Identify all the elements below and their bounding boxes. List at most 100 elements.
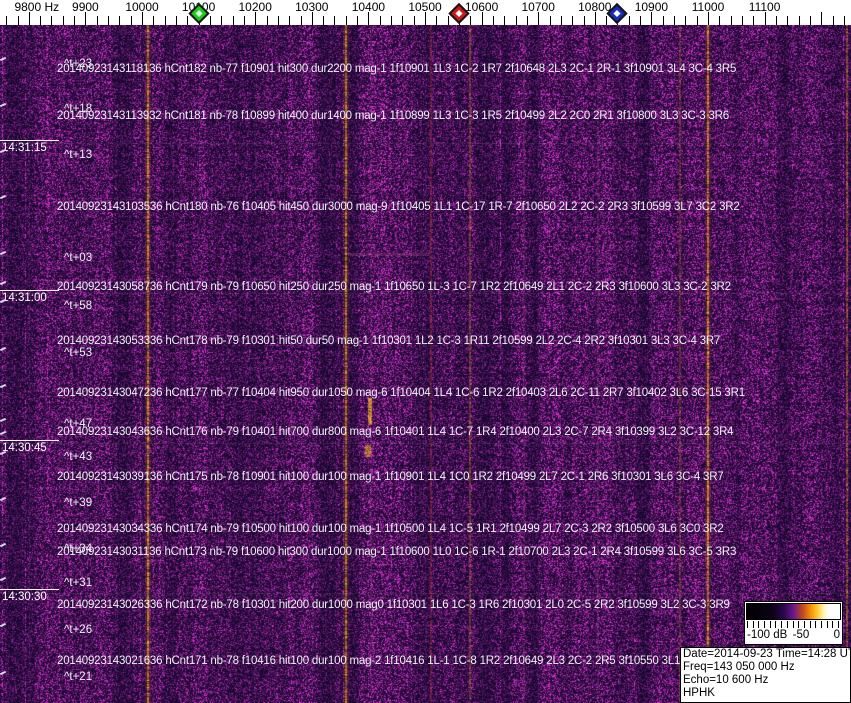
axis-tick xyxy=(730,16,732,25)
axis-tick xyxy=(74,16,76,25)
axis-tick xyxy=(798,16,800,25)
time-offset-marker: ^t+13 xyxy=(64,149,93,161)
time-offset-marker: ^t+23 xyxy=(64,58,93,70)
axis-tick xyxy=(345,16,347,25)
axis-tick xyxy=(504,16,506,25)
time-offset-marker: ^t+43 xyxy=(64,451,93,463)
colorbar-tick xyxy=(792,621,794,628)
axis-tick xyxy=(379,16,381,25)
axis-label: 9800 Hz xyxy=(14,0,60,14)
axis-label: 10500 xyxy=(408,0,442,14)
colorbar-max-label: 0 xyxy=(833,629,840,641)
axis-label: 10300 xyxy=(295,0,329,14)
info-box: Date=2014-09-23 Time=14:28 UTC Freq=143 … xyxy=(680,647,851,703)
echo-log-line: 20140923143053336 hCnt178 nb-79 f10301 h… xyxy=(57,335,721,347)
timestamp-label: 14:31:15 xyxy=(0,140,59,154)
time-offset-marker: ^t+53 xyxy=(64,347,93,359)
colorbar-tick xyxy=(798,621,800,628)
axis-label: 10400 xyxy=(351,0,386,14)
axis-tick xyxy=(17,16,19,25)
info-echo: Echo=10 600 Hz xyxy=(683,674,769,686)
colorbar-tick xyxy=(747,621,748,628)
colorbar-mid-label: -50 xyxy=(792,629,810,641)
axis-label: 9900 xyxy=(72,0,99,14)
axis-tick xyxy=(470,16,472,25)
timestamp-label: 14:30:30 xyxy=(0,589,59,603)
axis-tick xyxy=(130,16,132,25)
axis-tick xyxy=(209,16,211,25)
axis-tick xyxy=(40,16,42,25)
axis-tick xyxy=(153,16,155,25)
colorbar-tick xyxy=(832,621,834,628)
axis-tick xyxy=(549,16,551,25)
colorbar-tick xyxy=(803,621,805,628)
axis-tick xyxy=(187,16,189,25)
axis-tick xyxy=(685,16,687,25)
axis-tick xyxy=(300,16,302,25)
echo-log-line: 20140923143034336 hCnt174 nb-79 f10500 h… xyxy=(57,523,724,535)
axis-tick xyxy=(357,16,359,25)
echo-log-line: 20140923143026336 hCnt172 nb-78 f10301 h… xyxy=(57,599,730,611)
axis-tick xyxy=(628,16,630,25)
colorbar-tick xyxy=(775,621,777,628)
colorbar-gradient xyxy=(746,603,841,620)
axis-tick xyxy=(277,16,279,25)
info-station: HPHK xyxy=(683,687,715,699)
axis-tick xyxy=(696,16,698,25)
echo-log-line: 20140923143103536 hCnt180 nb-76 f10405 h… xyxy=(57,201,740,213)
axis-tick xyxy=(640,16,642,25)
colorbar-tick xyxy=(764,621,766,628)
echo-log-line: 20140923143118136 hCnt182 nb-77 f10901 h… xyxy=(57,63,737,75)
axis-tick xyxy=(164,16,166,25)
colorbar-tick xyxy=(781,621,783,628)
axis-tick xyxy=(119,16,121,25)
axis-tick xyxy=(108,16,109,25)
axis-tick xyxy=(572,16,574,25)
axis-label: 11100 xyxy=(748,0,781,14)
axis-label: 10700 xyxy=(521,0,555,14)
axis-tick xyxy=(753,16,755,25)
time-offset-marker: ^t+39 xyxy=(64,497,93,509)
axis-tick xyxy=(606,16,608,25)
colorbar-ticks xyxy=(747,621,840,628)
time-offset-marker: ^t+31 xyxy=(64,577,93,589)
axis-tick xyxy=(62,16,64,25)
colorbar-labels: -100 dB -50 0 xyxy=(747,629,840,642)
axis-tick xyxy=(51,16,53,25)
axis-tick xyxy=(334,16,336,25)
echo-log-line: 20140923143043636 hCnt176 nb-79 f10401 h… xyxy=(57,426,734,438)
axis-label: 10200 xyxy=(238,0,272,14)
axis-tick xyxy=(583,16,585,25)
time-offset-marker: ^t+03 xyxy=(64,252,93,264)
colorbar-tick xyxy=(786,621,788,628)
axis-tick xyxy=(232,16,234,25)
axis-tick xyxy=(289,16,291,25)
colorbar-tick xyxy=(758,621,760,628)
info-frequency: Freq=143 050 000 Hz xyxy=(683,661,795,673)
echo-log-line: 20140923143047236 hCnt177 nb-77 f10404 h… xyxy=(57,387,745,399)
axis-tick xyxy=(742,16,743,25)
echo-log-line: 20140923143031136 hCnt173 nb-79 f10600 h… xyxy=(57,546,737,558)
axis-tick xyxy=(809,16,811,25)
colorbar-min-label: -100 dB xyxy=(747,629,788,641)
colorbar-tick xyxy=(826,621,828,628)
axis-tick xyxy=(787,16,789,25)
colorbar-tick xyxy=(815,621,817,628)
time-offset-marker: ^t+47 xyxy=(64,418,93,430)
axis-tick xyxy=(515,16,517,25)
axis-tick xyxy=(662,16,664,25)
axis-label: 10900 xyxy=(634,0,669,14)
axis-tick xyxy=(176,16,177,25)
colorbar-tick xyxy=(838,621,839,628)
axis-label: 10600 xyxy=(464,0,499,14)
axis-tick xyxy=(492,16,494,25)
info-date-time: Date=2014-09-23 Time=14:28 UTC xyxy=(683,648,851,660)
axis-label: 10000 xyxy=(125,0,159,14)
axis-tick xyxy=(674,16,675,25)
axis-tick xyxy=(323,16,325,25)
time-offset-marker: ^t+18 xyxy=(64,103,93,115)
time-offset-marker: ^t+21 xyxy=(64,671,93,683)
colorbar-tick xyxy=(820,621,822,628)
axis-tick xyxy=(221,16,223,25)
axis-tick xyxy=(436,16,438,25)
